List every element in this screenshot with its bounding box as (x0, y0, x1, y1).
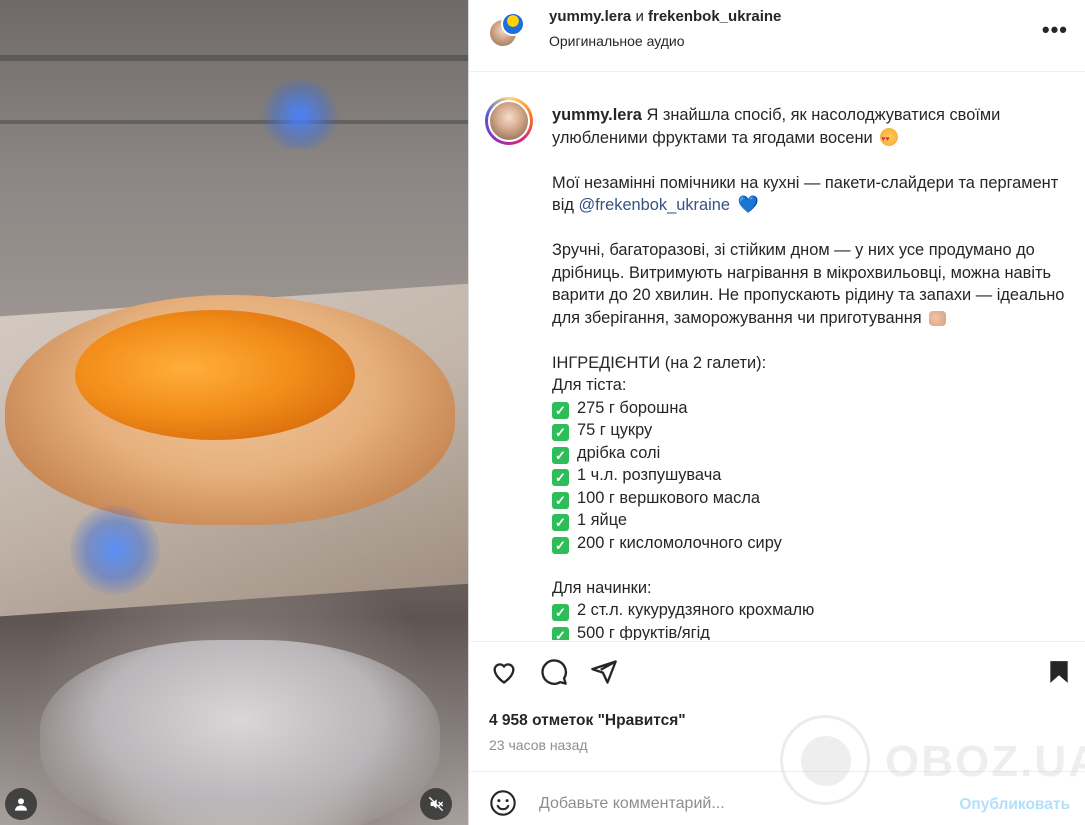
oven-rail (0, 55, 468, 61)
check-mark-icon: ✓ (552, 604, 569, 621)
avatar (501, 12, 525, 36)
author-link[interactable]: yummy.lera (549, 8, 631, 25)
bookmark-icon[interactable] (1046, 658, 1072, 686)
ingredient-text: дрібка солі (577, 443, 661, 462)
mention-link[interactable]: @frekenbok_ukraine (578, 196, 730, 214)
caption-text: yummy.lera Я знайшла спосіб, як насолодж… (552, 104, 1072, 640)
oven-rail (0, 120, 468, 124)
filling-title: Для начинки: (552, 578, 652, 597)
post-side-panel: yummy.lera и frekenbok_ukraine Оригиналь… (468, 0, 1085, 825)
likes-count[interactable]: 4 958 отметок "Нравится" (489, 712, 686, 730)
ingredient-item: ✓ 1 яйце (552, 509, 1072, 532)
globe-logo-icon (780, 715, 870, 805)
check-mark-icon: ✓ (552, 626, 569, 640)
post-time[interactable]: 23 часов назад (489, 737, 588, 753)
post-authors: yummy.lera и frekenbok_ukraine (549, 8, 781, 25)
ingredient-item: ✓ 200 г кисломолочного сиру (552, 532, 1072, 555)
watermark-text: OBOZ.UA (885, 737, 1085, 786)
post-actions (469, 641, 1085, 701)
author-link[interactable]: frekenbok_ukraine (648, 8, 781, 25)
ingredient-item: ✓ 100 г вершкового масла (552, 487, 1072, 510)
collab-avatars[interactable] (488, 12, 525, 52)
comment-icon[interactable] (539, 658, 569, 686)
ingredient-text: 275 г борошна (577, 398, 688, 417)
heart-icon[interactable] (489, 658, 519, 686)
burner-flame (260, 80, 340, 150)
check-mark-icon: ✓ (552, 424, 569, 441)
check-mark-icon: ✓ (552, 514, 569, 531)
ingredient-text: 500 г фруктів/ягід (577, 623, 710, 641)
watermark: OBOZ.UA (780, 715, 1085, 815)
ingredient-item: ✓ 75 г цукру (552, 419, 1072, 442)
check-mark-icon: ✓ (552, 401, 569, 419)
dough-list: ✓ 275 г борошна ✓ 75 г цукру ✓ дрібка солі ✓ 1 … (552, 397, 1072, 555)
towel (40, 640, 440, 825)
ingredients-title: ІНГРЕДІЄНТИ (на 2 галети): (552, 353, 767, 372)
audio-link[interactable]: Оригинальное аудио (549, 33, 685, 49)
post-media[interactable] (0, 0, 468, 825)
ingredient-text: 1 яйце (577, 511, 628, 529)
avatar[interactable] (485, 97, 533, 145)
muscle-emoji-icon (929, 310, 947, 326)
burner-flame (70, 505, 160, 595)
caption-scroll-area[interactable]: yummy.lera Я знайшла спосіб, як насолодж… (469, 73, 1085, 640)
ingredient-text: 2 ст.л. кукурудзяного крохмалю (577, 601, 815, 619)
caption-line: Зручні, багаторазові, зі стійким дном — … (552, 241, 1065, 327)
ingredient-item: ✓ дрібка солі (552, 442, 1072, 465)
check-mark-icon: ✓ (552, 446, 569, 464)
send-icon[interactable] (589, 658, 619, 686)
post-header: yummy.lera и frekenbok_ukraine Оригиналь… (469, 0, 1085, 72)
caption-username[interactable]: yummy.lera (552, 106, 642, 124)
ingredient-text: 1 ч.л. розпушувача (577, 466, 722, 484)
check-mark-icon: ✓ (552, 469, 569, 486)
more-options-button[interactable]: ••• (1042, 17, 1068, 43)
ingredient-item: ✓ 1 ч.л. розпушувача (552, 464, 1072, 487)
check-mark-icon: ✓ (552, 491, 569, 509)
ingredient-text: 75 г цукру (577, 421, 653, 439)
ingredient-item: ✓ 2 ст.л. кукурудзяного крохмалю (552, 599, 1072, 622)
ingredient-item: ✓ 275 г борошна (552, 397, 1072, 420)
author-conjunction: и (635, 8, 644, 25)
galette-apricot-filling (75, 310, 355, 440)
blue-heart-emoji-icon: 💙 (737, 195, 759, 214)
ingredient-item: ✓ 500 г фруктів/ягід (552, 622, 1072, 641)
dough-title: Для тіста: (552, 376, 627, 394)
user-tag-button[interactable] (5, 788, 37, 820)
filling-list: ✓ 2 ст.л. кукурудзяного крохмалю ✓ 500 г фр… (552, 599, 1072, 640)
speaker-muted-icon (428, 796, 444, 812)
user-icon (15, 798, 27, 811)
ingredient-text: 100 г вершкового масла (577, 488, 760, 507)
comment-input[interactable]: Добавьте комментарий... (539, 795, 725, 813)
check-mark-icon: ✓ (552, 536, 569, 554)
ingredient-text: 200 г кисломолочного сиру (577, 533, 782, 552)
heart-eyes-emoji-icon (880, 127, 899, 151)
mute-button[interactable] (420, 788, 452, 820)
smiley-icon[interactable] (489, 789, 517, 817)
